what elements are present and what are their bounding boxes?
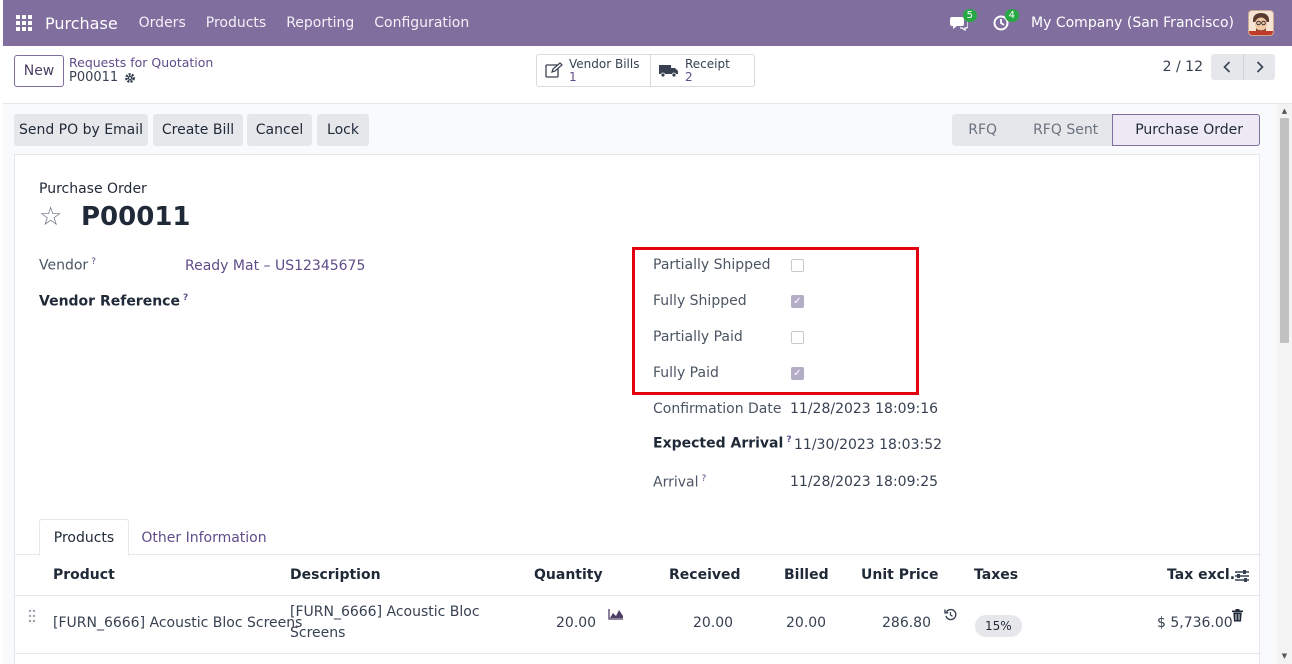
vendor-field[interactable]: Ready Mat – US12345675	[185, 258, 365, 274]
arrival-help-icon[interactable]: ?	[702, 474, 707, 484]
vendor-bills-label: Vendor Bills	[569, 57, 640, 71]
menu-orders[interactable]: Orders	[139, 15, 186, 31]
control-panel: New Requests for Quotation P00011 Vendor…	[3, 46, 1292, 104]
vendor-reference-help-icon[interactable]: ?	[183, 293, 188, 303]
line-description-2[interactable]: Screens	[290, 625, 345, 641]
line-quantity[interactable]: 20.00	[556, 615, 596, 631]
smart-buttons: Vendor Bills 1 Receipt 2	[536, 54, 755, 87]
star-icon[interactable]: ☆	[39, 203, 62, 231]
edit-icon	[545, 62, 563, 78]
record-name: P00011	[69, 70, 119, 85]
chat-icon[interactable]: 5	[947, 9, 978, 35]
vendor-label: Vendor?	[39, 257, 96, 274]
menu-configuration[interactable]: Configuration	[374, 15, 469, 31]
form-content: Send PO by Email Create Bill Cancel Lock…	[3, 104, 1277, 664]
expected-arrival-help-icon[interactable]: ?	[786, 435, 791, 445]
column-received[interactable]: Received	[669, 567, 741, 583]
activities-count-badge: 4	[1004, 9, 1020, 22]
expected-arrival-label: Expected Arrival?	[653, 435, 792, 452]
line-received[interactable]: 20.00	[693, 615, 733, 631]
tab-products[interactable]: Products	[39, 519, 129, 556]
lock-button[interactable]: Lock	[317, 114, 369, 146]
tax-badge[interactable]: 15%	[975, 615, 1022, 637]
receipt-count: 2	[685, 70, 693, 84]
vendor-bills-count: 1	[569, 70, 577, 84]
column-unit-price[interactable]: Unit Price	[861, 567, 938, 583]
scrollbar-thumb[interactable]	[1280, 118, 1289, 343]
chevron-left-icon	[1223, 61, 1231, 73]
app-name[interactable]: Purchase	[45, 14, 118, 33]
confirmation-date-field[interactable]: 11/28/2023 18:09:16	[790, 401, 938, 417]
line-subtotal: $ 5,736.00	[1157, 615, 1233, 631]
line-description-1[interactable]: [FURN_6666] Acoustic Bloc	[290, 604, 480, 620]
vendor-reference-label: Vendor Reference?	[39, 293, 189, 310]
column-description[interactable]: Description	[290, 567, 381, 583]
receipt-button[interactable]: Receipt 2	[650, 55, 754, 86]
history-icon[interactable]	[944, 608, 957, 621]
status-bar: Send PO by Email Create Bill Cancel Lock…	[14, 114, 1260, 146]
company-switcher[interactable]: My Company (San Francisco)	[1031, 15, 1234, 31]
scroll-down-arrow-icon[interactable]: ▼	[1280, 651, 1289, 661]
trash-icon[interactable]	[1232, 609, 1243, 622]
arrival-label: Arrival?	[653, 474, 707, 491]
cancel-button[interactable]: Cancel	[247, 114, 312, 146]
tab-other-information[interactable]: Other Information	[135, 519, 273, 556]
column-product[interactable]: Product	[53, 567, 115, 583]
menu-reporting[interactable]: Reporting	[286, 15, 354, 31]
page-title: P00011	[81, 202, 191, 232]
gear-icon[interactable]	[124, 72, 136, 84]
new-button[interactable]: New	[14, 55, 64, 87]
column-billed[interactable]: Billed	[784, 567, 829, 583]
vendor-bills-button[interactable]: Vendor Bills 1	[537, 55, 650, 86]
scroll-up-arrow-icon[interactable]: ▲	[1280, 106, 1289, 116]
order-lines-header: Product Description Quantity Received Bi…	[15, 556, 1261, 596]
page-scrollbar[interactable]: ▲ ▼	[1277, 104, 1292, 664]
clock-icon[interactable]: 4	[989, 9, 1020, 35]
breadcrumb-current: P00011	[69, 70, 136, 85]
optional-columns-icon[interactable]	[1234, 569, 1250, 583]
user-avatar[interactable]	[1248, 10, 1274, 36]
expected-arrival-field[interactable]: 11/30/2023 18:03:52	[794, 437, 942, 453]
chevron-right-icon	[1256, 61, 1264, 73]
table-row[interactable]: [FURN_6666] Acoustic Bloc Screens [FURN_…	[15, 596, 1261, 654]
forecast-chart-icon[interactable]	[608, 608, 624, 620]
stage-purchase-order[interactable]: Purchase Order	[1112, 114, 1260, 146]
form-sheet: Purchase Order ☆ P00011 Vendor? Ready Ma…	[14, 154, 1261, 664]
apps-grid-icon[interactable]	[16, 15, 32, 31]
column-tax-excl[interactable]: Tax excl.	[1167, 567, 1235, 583]
drag-handle-icon[interactable]	[28, 609, 36, 623]
send-po-by-email-button[interactable]: Send PO by Email	[14, 114, 148, 146]
messages-count-badge: 5	[962, 9, 978, 22]
column-taxes[interactable]: Taxes	[974, 567, 1018, 583]
truck-icon	[659, 65, 678, 78]
pager-value[interactable]: 2 / 12	[1163, 59, 1203, 75]
create-bill-button[interactable]: Create Bill	[153, 114, 243, 146]
top-navbar: Purchase Orders Products Reporting Confi…	[3, 0, 1292, 46]
stage-rfq-sent[interactable]: RFQ Sent	[1011, 114, 1113, 146]
line-unit-price[interactable]: 286.80	[882, 615, 931, 631]
vendor-help-icon[interactable]: ?	[91, 257, 96, 267]
line-billed[interactable]: 20.00	[786, 615, 826, 631]
notebook-tabs: Products Other Information	[15, 515, 1261, 556]
highlight-box	[632, 247, 919, 395]
line-product[interactable]: [FURN_6666] Acoustic Bloc Screens	[53, 615, 302, 631]
arrival-field[interactable]: 11/28/2023 18:09:25	[790, 474, 938, 490]
stage-rfq[interactable]: RFQ	[952, 114, 1012, 146]
pager-previous-button[interactable]	[1211, 54, 1243, 80]
pager-next-button[interactable]	[1243, 54, 1275, 80]
confirmation-date-label: Confirmation Date	[653, 401, 782, 417]
document-type-label: Purchase Order	[39, 181, 147, 197]
pager: 2 / 12	[1163, 54, 1275, 80]
breadcrumb-rfq[interactable]: Requests for Quotation	[69, 55, 213, 70]
column-quantity[interactable]: Quantity	[534, 567, 603, 583]
stage-pipeline: RFQ RFQ Sent Purchase Order	[952, 114, 1260, 146]
menu-products[interactable]: Products	[206, 15, 266, 31]
